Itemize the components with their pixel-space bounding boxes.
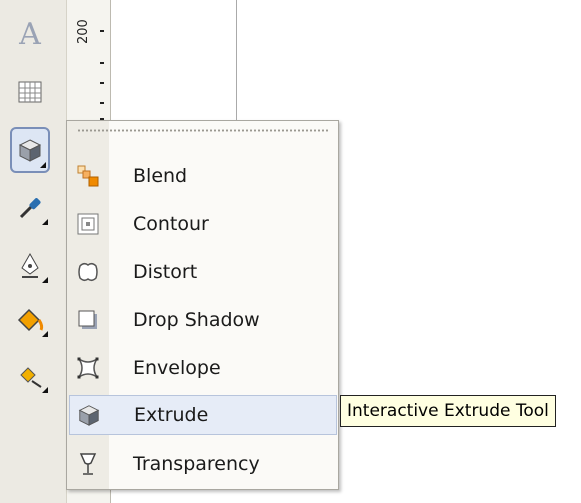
menu-item-label: Contour	[133, 213, 209, 235]
distort-icon	[69, 252, 107, 292]
menu-item-extrude[interactable]: Extrude	[69, 395, 337, 435]
menu-item-envelope[interactable]: Envelope	[69, 348, 337, 388]
ruler-tick	[100, 82, 104, 84]
flyout-arrow-icon	[42, 331, 48, 337]
extrude-cube-icon	[18, 139, 42, 162]
paint-bucket-icon	[17, 308, 44, 332]
flyout-arrow-icon	[42, 219, 48, 225]
menu-item-label: Envelope	[133, 357, 221, 379]
extrude-icon	[70, 395, 108, 435]
contour-icon	[69, 204, 107, 244]
menu-item-label: Drop Shadow	[133, 309, 260, 331]
eyedropper-icon	[19, 198, 41, 219]
interactive-fill-tool[interactable]	[10, 356, 50, 396]
text-tool[interactable]: A	[10, 14, 50, 54]
text-A-icon: A	[19, 16, 41, 52]
flyout-arrow-icon	[42, 387, 48, 393]
table-icon	[18, 81, 42, 103]
menu-item-label: Transparency	[133, 453, 260, 475]
transparency-icon	[69, 444, 107, 484]
menu-item-distort[interactable]: Distort	[69, 252, 337, 292]
flyout-arrow-icon	[40, 162, 46, 168]
flyout-arrow-icon	[42, 277, 48, 283]
drop-shadow-icon	[69, 300, 107, 340]
ruler-tick	[100, 62, 104, 64]
ruler-tick	[100, 30, 104, 32]
interactive-tools[interactable]	[10, 127, 50, 173]
ruler-tick	[100, 102, 104, 104]
menu-item-blend[interactable]: Blend	[69, 156, 337, 196]
blend-icon	[69, 156, 107, 196]
menu-item-contour[interactable]: Contour	[69, 204, 337, 244]
menu-item-transparency[interactable]: Transparency	[69, 444, 337, 484]
menu-item-label: Blend	[133, 165, 188, 187]
fill-tool[interactable]	[10, 300, 50, 340]
menu-item-label: Distort	[133, 261, 198, 283]
table-tool[interactable]	[10, 72, 50, 112]
eyedropper-tool[interactable]	[10, 188, 50, 228]
tooltip: Interactive Extrude Tool	[340, 395, 556, 427]
interactive-fill-icon	[20, 367, 42, 388]
page-edge	[236, 0, 237, 130]
ruler-label: 200	[76, 19, 91, 44]
toolbox: A	[0, 0, 67, 503]
envelope-icon	[69, 348, 107, 388]
outline-tool[interactable]	[10, 246, 50, 286]
flyout-grip[interactable]	[77, 129, 329, 132]
menu-item-label: Extrude	[134, 404, 209, 426]
pen-nib-icon	[21, 252, 39, 278]
interactive-tools-flyout: Blend Contour Distort Drop Shadow Envelo…	[66, 120, 339, 490]
menu-item-drop-shadow[interactable]: Drop Shadow	[69, 300, 337, 340]
